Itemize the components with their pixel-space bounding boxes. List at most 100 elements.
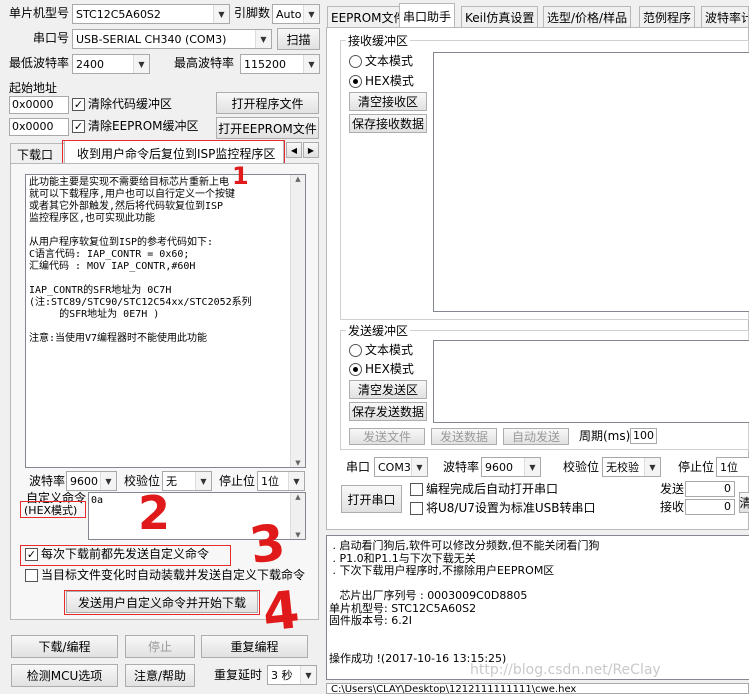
clear-eeprom-checkbox[interactable]: ✓ — [72, 120, 85, 133]
max-baud-value: 115200 — [244, 57, 286, 71]
auto-send-button[interactable]: 自动发送 — [503, 428, 569, 445]
tab-scroll-left-button[interactable]: ◀ — [286, 142, 302, 158]
send-hex-mode-label: HEX模式 — [365, 362, 414, 376]
help-button[interactable]: 注意/帮助 — [125, 664, 195, 687]
send-file-button[interactable]: 发送文件 — [349, 428, 425, 445]
tab-download-password[interactable]: 下载口令 — [10, 143, 68, 179]
highlight-send-before — [20, 545, 231, 566]
chevron-down-icon: ▼ — [195, 472, 211, 490]
clear-receive-button[interactable]: 清空接收区 — [349, 92, 427, 111]
highlight-hex-mode — [20, 501, 86, 518]
receive-count-label: 接收 — [660, 500, 685, 514]
save-send-button[interactable]: 保存发送数据 — [349, 402, 427, 421]
send-text-mode-radio[interactable] — [349, 344, 362, 357]
detect-mcu-button[interactable]: 检测MCU选项 — [11, 664, 118, 687]
usb-serial-checkbox[interactable] — [410, 502, 423, 515]
tab-baud-calculator[interactable]: 波特率计 — [701, 6, 749, 27]
scroll-down-icon: ▼ — [295, 459, 301, 467]
port-label: 串口号 — [33, 31, 70, 45]
serial-baud-select[interactable]: 9600 ▼ — [481, 457, 541, 477]
scan-button[interactable]: 扫描 — [277, 28, 320, 50]
tab-scroll-right-button[interactable]: ▶ — [303, 142, 319, 158]
receive-count-field: 0 — [685, 499, 735, 515]
chevron-down-icon: ▼ — [255, 30, 271, 48]
mcu-select-value: STC12C5A60S2 — [76, 7, 161, 21]
highlight-send-start — [64, 590, 260, 615]
period-label: 周期(ms) — [579, 429, 631, 443]
send-buffer-textbox[interactable] — [433, 340, 749, 423]
description-text: 此功能主要是实现不需要给目标芯片重新上电 就可以下载程序,用户也可以自行定义一个… — [29, 177, 252, 344]
open-eeprom-file-button[interactable]: 打开EEPROM文件 — [216, 117, 319, 139]
highlight-reset-tab — [62, 140, 285, 164]
stop-button[interactable]: 停止 — [125, 635, 195, 658]
min-baud-select[interactable]: 2400 ▼ — [72, 54, 150, 74]
download-program-button[interactable]: 下载/编程 — [11, 635, 118, 658]
period-input[interactable]: 100 — [630, 428, 657, 444]
clear-code-label: 清除代码缓冲区 — [88, 97, 173, 111]
send-count-label: 发送 — [660, 482, 685, 496]
clear-code-checkbox[interactable]: ✓ — [72, 98, 85, 111]
repeat-delay-select[interactable]: 3 秒 ▼ — [267, 665, 317, 685]
baud-select-value: 9600 — [70, 474, 98, 488]
eeprom-address-input[interactable]: 0x0000 — [9, 118, 69, 136]
send-group-label: 发送缓冲区 — [346, 323, 411, 339]
tab-selection-price[interactable]: 选型/价格/样品 — [543, 6, 632, 27]
chevron-down-icon: ▼ — [288, 472, 304, 490]
serial-port-select[interactable]: COM3 ▼ — [374, 457, 428, 477]
auto-open-port-checkbox[interactable] — [410, 483, 423, 496]
recv-text-mode-label: 文本模式 — [365, 54, 414, 68]
tab-keil-debug[interactable]: Keil仿真设置 — [461, 6, 539, 27]
max-baud-select[interactable]: 115200 ▼ — [240, 54, 320, 74]
annotation-4: 4 — [259, 580, 303, 644]
command-scrollbar[interactable]: ▲ ▼ — [290, 493, 305, 539]
recv-hex-mode-label: HEX模式 — [365, 74, 414, 88]
chevron-right-icon: ▶ — [307, 145, 315, 155]
watermark: http://blog.csdn.net/ReClay — [470, 662, 661, 678]
serial-port-label: 串口 — [346, 460, 371, 474]
code-address-input[interactable]: 0x0000 — [9, 96, 69, 114]
file-path-field: C:\Users\CLAY\Desktop\1212111111111\cwe.… — [326, 683, 749, 694]
chevron-down-icon: ▼ — [644, 458, 660, 476]
pin-select[interactable]: Auto ▼ — [272, 4, 320, 24]
usb-serial-label: 将U8/U7设置为标准USB转串口 — [426, 501, 596, 515]
tab-example-programs[interactable]: 范例程序 — [639, 6, 696, 27]
chevron-down-icon: ▼ — [300, 666, 316, 684]
receive-buffer-textbox[interactable] — [433, 52, 749, 312]
pin-label: 引脚数 — [234, 6, 271, 20]
save-receive-button[interactable]: 保存接收数据 — [349, 114, 427, 133]
mcu-select[interactable]: STC12C5A60S2 ▼ — [72, 4, 230, 24]
auto-open-port-label: 编程完成后自动打开串口 — [426, 482, 559, 496]
chevron-down-icon: ▼ — [303, 55, 319, 73]
send-data-button[interactable]: 发送数据 — [431, 428, 497, 445]
stop-bits-select[interactable]: 1位 ▼ — [257, 471, 305, 491]
annotation-1: 1 — [232, 162, 249, 190]
tab-serial-assistant[interactable]: 串口助手 — [399, 3, 456, 28]
send-count-field: 0 — [685, 481, 735, 497]
port-select[interactable]: USB-SERIAL CH340 (COM3) ▼ — [72, 29, 272, 49]
min-baud-value: 2400 — [76, 57, 104, 71]
recv-hex-mode-radio[interactable] — [349, 75, 362, 88]
open-serial-port-button[interactable]: 打开串口 — [341, 485, 402, 513]
parity-select-value: 无 — [166, 475, 177, 488]
send-hex-mode-radio[interactable] — [349, 363, 362, 376]
description-textbox: 此功能主要是实现不需要给目标芯片重新上电 就可以下载程序,用户也可以自行定义一个… — [25, 174, 306, 468]
mcu-label: 单片机型号 — [9, 6, 70, 20]
chevron-down-icon: ▼ — [213, 5, 229, 23]
description-scrollbar[interactable]: ▲ ▼ — [290, 175, 305, 467]
tab-eeprom-file[interactable]: EEPROM文件 — [327, 6, 410, 27]
chevron-down-icon: ▼ — [303, 5, 319, 23]
recv-text-mode-radio[interactable] — [349, 55, 362, 68]
port-select-value: USB-SERIAL CH340 (COM3) — [76, 32, 227, 46]
open-program-file-button[interactable]: 打开程序文件 — [216, 92, 319, 114]
clear-counter-button[interactable]: 清 — [739, 492, 749, 513]
auto-load-checkbox[interactable] — [25, 569, 38, 582]
serial-stop-value: 1位 — [720, 461, 738, 474]
chevron-down-icon: ▼ — [133, 55, 149, 73]
clear-send-button[interactable]: 清空发送区 — [349, 380, 427, 399]
serial-parity-select[interactable]: 无校验 ▼ — [602, 457, 661, 477]
baud-select[interactable]: 9600 ▼ — [66, 471, 117, 491]
serial-port-value: COM3 — [378, 460, 411, 474]
scroll-up-icon: ▲ — [295, 493, 301, 501]
serial-stop-select[interactable]: 1位 — [716, 457, 749, 477]
send-text-mode-label: 文本模式 — [365, 343, 414, 357]
